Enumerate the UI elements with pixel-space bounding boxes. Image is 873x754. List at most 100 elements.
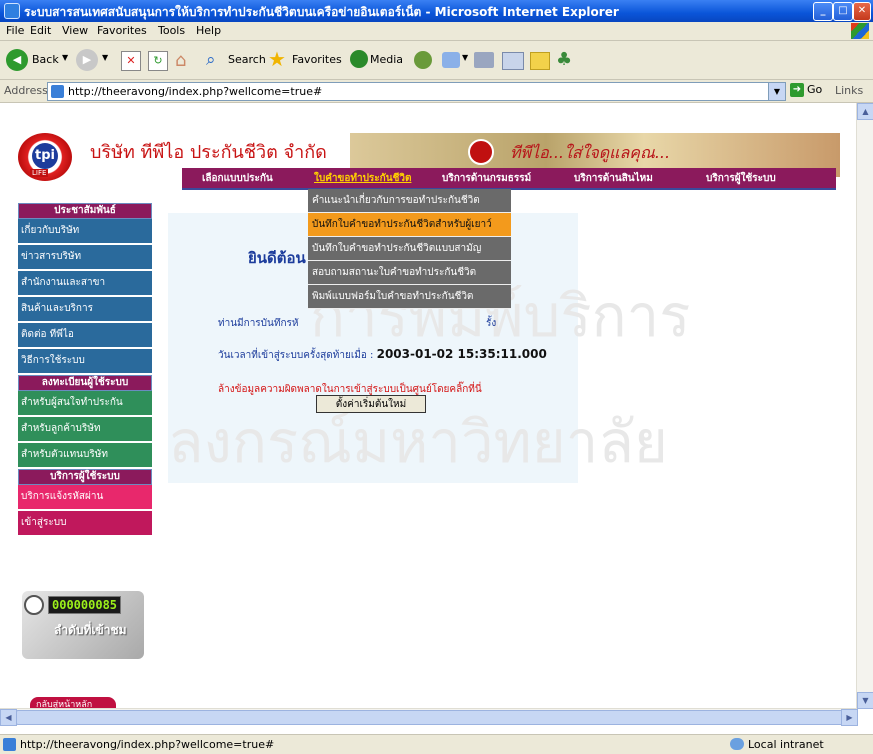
print-icon[interactable] xyxy=(474,52,494,68)
title-bar: ระบบสารสนเทศสนับสนุนการให้บริการทำประกัน… xyxy=(0,0,873,22)
windows-logo-icon xyxy=(851,23,869,39)
page-content: การพิมพ์บริการ ลงกรณ์มหาวิทยาลัย tpi LIF… xyxy=(0,103,857,708)
sidebar: ประชาสัมพันธ์ เกี่ยวกับบริษัท ข่าวสารบริ… xyxy=(18,203,152,537)
history-icon[interactable] xyxy=(414,51,432,69)
scroll-down-icon[interactable]: ▼ xyxy=(857,692,873,709)
message-start: ท่านมีการบันทึกรหั xyxy=(218,318,299,329)
scroll-left-icon[interactable]: ◀ xyxy=(0,709,17,726)
back-dropdown-icon[interactable]: ▼ xyxy=(62,53,68,62)
address-input[interactable]: http://theeravong/index.php?wellcome=tru… xyxy=(47,82,769,101)
menu-view[interactable]: View xyxy=(62,24,88,37)
go-arrow-icon: ➜ xyxy=(790,83,804,97)
window-title: ระบบสารสนเทศสนับสนุนการให้บริการทำประกัน… xyxy=(24,5,619,19)
sidebar-item-prospect[interactable]: สำหรับผู้สนใจทำประกัน xyxy=(18,391,152,417)
back-label[interactable]: Back xyxy=(32,53,59,66)
favorites-star-icon[interactable]: ★ xyxy=(268,47,286,71)
tpi-logo-mark: tpi xyxy=(32,143,58,169)
horizontal-scrollbar[interactable]: ◀ ▶ xyxy=(0,708,858,726)
address-dropdown-icon[interactable]: ▼ xyxy=(768,82,786,101)
back-arrow-icon[interactable]: ◀ xyxy=(6,49,28,71)
sidebar-item-login[interactable]: เข้าสู่ระบบ xyxy=(18,511,152,537)
sidebar-heading-pr: ประชาสัมพันธ์ xyxy=(18,203,152,219)
tpi-logo: tpi LIFE xyxy=(18,133,72,181)
welcome-heading: ยินดีต้อน xyxy=(248,249,306,267)
links-label[interactable]: Links xyxy=(835,84,863,97)
status-bar: http://theeravong/index.php?wellcome=tru… xyxy=(0,734,873,754)
sidebar-item-products[interactable]: สินค้าและบริการ xyxy=(18,297,152,323)
last-login: วันเวลาที่เข้าสู่ระบบครั้งสุดท้ายเมื่อ :… xyxy=(218,347,547,363)
last-login-value: 2003-01-02 15:35:11.000 xyxy=(376,347,547,361)
intranet-icon xyxy=(730,738,744,750)
minimize-button[interactable]: _ xyxy=(813,2,833,21)
forward-arrow-icon[interactable]: ▶ xyxy=(76,49,98,71)
nav-application[interactable]: ใบคำขอทำประกันชีวิต xyxy=(314,171,411,186)
sidebar-item-about[interactable]: เกี่ยวกับบริษัท xyxy=(18,219,152,245)
address-label: Address xyxy=(4,84,48,97)
banner-logo-icon xyxy=(468,139,494,165)
forward-dropdown-icon[interactable]: ▼ xyxy=(102,53,108,62)
sidebar-item-customer[interactable]: สำหรับลูกค้าบริษัท xyxy=(18,417,152,443)
page-icon xyxy=(51,85,64,98)
messenger-icon[interactable]: ♣ xyxy=(556,49,572,70)
status-url: http://theeravong/index.php?wellcome=tru… xyxy=(20,738,275,751)
favorites-label[interactable]: Favorites xyxy=(292,53,342,66)
nav-claims-service[interactable]: บริการด้านสินไหม xyxy=(574,171,653,186)
counter-value: 000000085 xyxy=(48,596,122,614)
sidebar-item-news[interactable]: ข่าวสารบริษัท xyxy=(18,245,152,271)
go-button[interactable]: ➜ Go xyxy=(790,83,822,97)
sidebar-heading-user-service: บริการผู้ใช้ระบบ xyxy=(18,469,152,485)
refresh-icon[interactable]: ↻ xyxy=(148,51,168,71)
edit-icon[interactable] xyxy=(502,52,524,70)
sidebar-item-contact[interactable]: ติดต่อ ทีพีไอ xyxy=(18,323,152,349)
horizontal-scroll-thumb[interactable] xyxy=(16,710,843,725)
tpi-logo-life: LIFE xyxy=(30,169,49,177)
search-icon[interactable]: ⌕ xyxy=(206,50,216,70)
company-name: บริษัท ทีพีไอ ประกันชีวิต จำกัด xyxy=(90,142,327,163)
home-button[interactable]: กลับสู่หน้าหลัก xyxy=(30,697,116,708)
message-end: รั้ง xyxy=(486,318,497,329)
sidebar-item-offices[interactable]: สำนักงานและสาขา xyxy=(18,271,152,297)
search-label[interactable]: Search xyxy=(228,53,266,66)
home-icon[interactable]: ⌂ xyxy=(175,50,186,71)
scroll-up-icon[interactable]: ▲ xyxy=(857,103,873,120)
toolbar: ◀ Back ▼ ▶ ▼ ✕ ↻ ⌂ ⌕ Search ★ Favorites … xyxy=(0,41,873,80)
sidebar-heading-register: ลงทะเบียนผู้ใช้ระบบ xyxy=(18,375,152,391)
menu-help[interactable]: Help xyxy=(196,24,221,37)
stop-icon[interactable]: ✕ xyxy=(121,51,141,71)
menu-edit[interactable]: Edit xyxy=(30,24,51,37)
address-bar: Address http://theeravong/index.php?well… xyxy=(0,80,873,103)
application-dropdown: คำแนะนำเกี่ยวกับการขอทำประกันชีวิต บันทึ… xyxy=(308,189,511,309)
close-button[interactable]: ✕ xyxy=(853,2,871,21)
menu-favorites[interactable]: Favorites xyxy=(97,24,147,37)
status-page-icon xyxy=(3,738,16,751)
menu-tools[interactable]: Tools xyxy=(158,24,185,37)
dropdown-item-print-form[interactable]: พิมพ์แบบฟอร์มใบคำขอทำประกันชีวิต xyxy=(308,285,511,309)
counter-label: ลำดับที่เข้าชม xyxy=(54,623,127,637)
folder-icon[interactable] xyxy=(530,52,550,70)
sidebar-item-howto[interactable]: วิธีการใช้ระบบ xyxy=(18,349,152,375)
dropdown-item-ordinary-application[interactable]: บันทึกใบคำขอทำประกันชีวิตแบบสามัญ xyxy=(308,237,511,261)
mail-icon[interactable] xyxy=(442,52,460,68)
play-icon xyxy=(24,595,44,615)
maximize-button[interactable]: □ xyxy=(833,2,853,21)
nav-user-service[interactable]: บริการผู้ใช้ระบบ xyxy=(706,171,776,186)
scroll-right-icon[interactable]: ▶ xyxy=(841,709,858,726)
menu-file[interactable]: File xyxy=(6,24,24,37)
slogan: ทีพีไอ...ใส่ใจดูแลคุณ... xyxy=(510,143,671,162)
dropdown-item-minor-application[interactable]: บันทึกใบคำขอทำประกันชีวิตสำหรับผู้เยาว์ xyxy=(308,213,511,237)
nav-policy-service[interactable]: บริการด้านกรมธรรม์ xyxy=(442,171,531,186)
sidebar-item-password[interactable]: บริการแจ้งรหัสผ่าน xyxy=(18,485,152,511)
menu-bar: File Edit View Favorites Tools Help xyxy=(0,22,873,41)
reset-button[interactable]: ตั้งค่าเริ่มต้นใหม่ xyxy=(316,395,426,413)
media-icon[interactable] xyxy=(350,50,368,68)
address-url: http://theeravong/index.php?wellcome=tru… xyxy=(68,85,323,98)
sidebar-item-agent[interactable]: สำหรับตัวแทนบริษัท xyxy=(18,443,152,469)
vertical-scrollbar[interactable]: ▲ ▼ xyxy=(856,103,873,709)
media-label[interactable]: Media xyxy=(370,53,403,66)
main-nav: เลือกแบบประกัน ใบคำขอทำประกันชีวิต บริกา… xyxy=(182,168,836,190)
dropdown-item-advice[interactable]: คำแนะนำเกี่ยวกับการขอทำประกันชีวิต xyxy=(308,189,511,213)
mail-dropdown-icon[interactable]: ▼ xyxy=(462,53,468,62)
dropdown-item-status[interactable]: สอบถามสถานะใบคำขอทำประกันชีวิต xyxy=(308,261,511,285)
ie-icon xyxy=(4,3,20,19)
nav-select-plan[interactable]: เลือกแบบประกัน xyxy=(202,171,273,186)
